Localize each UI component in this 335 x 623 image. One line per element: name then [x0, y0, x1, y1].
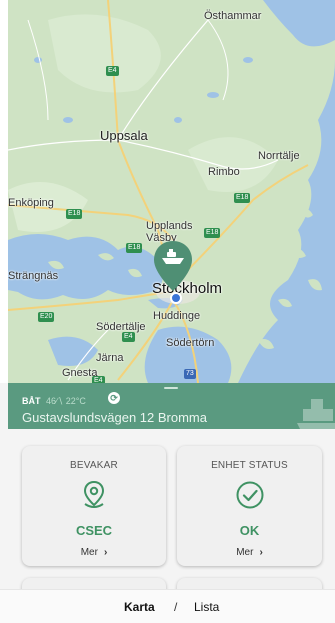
road-shield-e18: E18	[234, 193, 251, 203]
app-screen: Östhammar Uppsala Rimbo Norrtälje Enköpi…	[0, 0, 335, 623]
map-label-osthammar: Östhammar	[204, 10, 262, 22]
map-label-enkoping: Enköping	[8, 197, 54, 209]
map-base	[8, 0, 335, 383]
map-label-strangnas: Strängnäs	[8, 270, 59, 282]
map-label-norrtalje: Norrtälje	[258, 150, 300, 162]
device-type-label: BÅT	[22, 396, 41, 406]
sync-icon[interactable]: ⟳	[108, 392, 120, 404]
more-link[interactable]: Mer ›	[177, 547, 322, 558]
device-address: Gustavslundsvägen 12 Bromma	[22, 410, 207, 425]
map-left-edge	[0, 0, 8, 383]
chevron-right-icon: ›	[259, 547, 263, 558]
map-label-uppsala: Uppsala	[100, 128, 148, 143]
road-shield-e4: E4	[122, 332, 135, 342]
map-label-jarna: Järna	[96, 352, 124, 364]
drawer-handle[interactable]	[164, 387, 178, 389]
road-shield-e18: E18	[204, 228, 221, 238]
current-location-dot	[170, 292, 182, 304]
road-shield-e18: E18	[66, 209, 83, 219]
status-banner[interactable]: BÅT 46∕∖ 22°C ⟳ Gustavslundsvägen 12 Bro…	[8, 383, 335, 429]
road-shield-e18: E18	[126, 243, 143, 253]
device-meta: 46∕∖ 22°C	[46, 396, 86, 406]
card-value: CSEC	[75, 523, 113, 538]
bottom-tab-bar: Karta / Lista	[0, 589, 335, 623]
map-view[interactable]: Östhammar Uppsala Rimbo Norrtälje Enköpi…	[8, 0, 335, 383]
card-value: OK	[239, 523, 260, 538]
tab-karta[interactable]: Karta	[124, 600, 155, 614]
card-title: ENHET STATUS	[211, 460, 288, 471]
tab-lista[interactable]: Lista	[194, 600, 219, 614]
road-shield-73: 73	[184, 369, 196, 379]
boat-location-pin[interactable]	[153, 240, 193, 292]
chevron-right-icon: ›	[103, 547, 108, 558]
card-enhet-status[interactable]: ENHET STATUS OK Mer ›	[177, 446, 322, 566]
road-shield-e20: E20	[38, 312, 55, 322]
map-label-rimbo: Rimbo	[208, 166, 240, 178]
tab-separator: /	[174, 600, 178, 614]
map-label-sodertalje: Södertälje	[96, 321, 146, 333]
map-label-huddinge: Huddinge	[153, 310, 201, 322]
card-title: BEVAKAR	[70, 460, 118, 471]
check-circle-icon	[236, 481, 263, 509]
map-label-sodertorn: Södertörn	[166, 337, 215, 349]
road-shield-e4: E4	[106, 66, 119, 76]
road-shield-e4: E4	[92, 376, 105, 383]
more-link[interactable]: Mer ›	[22, 547, 166, 558]
card-bevakar[interactable]: BEVAKAR CSEC Mer ›	[22, 446, 166, 566]
location-pin-icon	[83, 480, 105, 508]
boat-watermark-icon	[297, 399, 335, 429]
